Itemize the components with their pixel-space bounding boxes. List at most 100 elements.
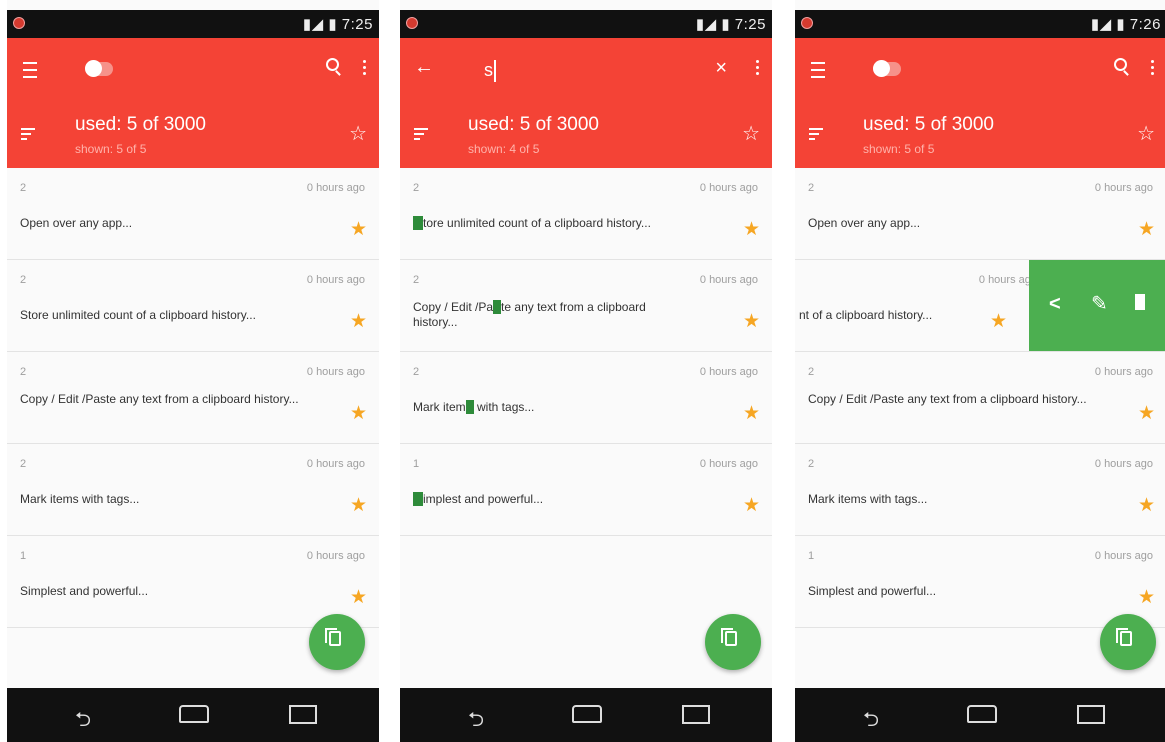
item-text: Simplest and powerful... xyxy=(20,584,149,598)
list-item[interactable]: 2 0 hours ago Store unlimited count of a… xyxy=(7,260,379,352)
more-options-icon[interactable] xyxy=(756,60,759,63)
list-item[interactable]: 2 0 hours ago Mark items with tags... ★ xyxy=(7,444,379,536)
recents-nav-icon[interactable] xyxy=(682,705,710,724)
list-item[interactable]: 1 0 hours ago Simplest and powerful... ★ xyxy=(795,536,1165,628)
screen-swipe-actions: ▮◢ ▮ 7:26 used: 5 of 3000 shown: 5 of 5 … xyxy=(795,0,1165,742)
list-item[interactable]: 2 0 hours ago Copy / Edit /Paste any tex… xyxy=(400,260,772,352)
item-time: 0 hours ago xyxy=(306,366,365,378)
toggle-switch[interactable] xyxy=(85,60,113,77)
edit-icon[interactable]: ✎ xyxy=(1091,294,1108,314)
item-time: 0 hours ago xyxy=(306,458,365,470)
menu-icon[interactable] xyxy=(23,62,37,78)
back-arrow-icon[interactable]: ← xyxy=(414,57,434,77)
search-match: s xyxy=(465,400,474,414)
star-icon[interactable]: ★ xyxy=(1138,494,1155,517)
paste-fab-button[interactable] xyxy=(1100,614,1156,670)
back-nav-icon[interactable]: ⮌ xyxy=(863,705,879,739)
more-options-icon[interactable] xyxy=(363,60,366,63)
status-time: ▮◢ ▮ 7:26 xyxy=(1090,16,1161,33)
star-icon[interactable]: ★ xyxy=(350,218,367,241)
item-text: Simplest and powerful... xyxy=(808,584,937,598)
share-icon[interactable]: < xyxy=(1049,294,1061,314)
star-icon[interactable]: ★ xyxy=(743,310,760,333)
list-item[interactable]: 2 0 hours ago Open over any app... ★ xyxy=(795,168,1165,260)
star-icon[interactable]: ★ xyxy=(350,494,367,517)
status-bar: ▮◢ ▮ 7:26 xyxy=(795,10,1165,38)
item-count: 2 xyxy=(20,274,27,286)
list-item[interactable]: 2 0 hours ago Store unlimited count of a… xyxy=(400,168,772,260)
app-bar: used: 5 of 3000 shown: 5 of 5 ☆ xyxy=(7,38,379,168)
item-count: 2 xyxy=(808,458,815,470)
item-count: 1 xyxy=(808,550,815,562)
item-text: Copy / Edit /Paste any text from a clipb… xyxy=(20,392,299,406)
used-count: used: 5 of 3000 xyxy=(863,114,994,135)
clear-search-icon[interactable]: × xyxy=(715,58,727,78)
sort-icon[interactable] xyxy=(414,128,428,140)
toggle-switch[interactable] xyxy=(873,60,901,77)
paste-fab-button[interactable] xyxy=(705,614,761,670)
list-item[interactable]: 2 0 hours ago Copy / Edit /Paste any tex… xyxy=(795,352,1165,444)
swiped-list-item[interactable]: 0 hours ago nt of a clipboard history...… xyxy=(795,260,1165,352)
item-count: 2 xyxy=(20,182,27,194)
item-count: 2 xyxy=(808,182,815,194)
sort-icon[interactable] xyxy=(21,128,35,140)
star-icon[interactable]: ★ xyxy=(1138,402,1155,425)
search-icon[interactable] xyxy=(1114,58,1127,71)
item-count: 2 xyxy=(413,366,420,378)
recents-nav-icon[interactable] xyxy=(1077,705,1105,724)
shown-count: shown: 5 of 5 xyxy=(75,142,147,156)
back-nav-icon[interactable]: ⮌ xyxy=(75,705,91,739)
item-time: 0 hours ago xyxy=(699,182,758,194)
item-count: 2 xyxy=(20,366,27,378)
back-nav-icon[interactable]: ⮌ xyxy=(468,705,484,739)
used-count: used: 5 of 3000 xyxy=(75,114,206,135)
paste-fab-button[interactable] xyxy=(309,614,365,670)
more-options-icon[interactable] xyxy=(1151,60,1154,63)
list-item[interactable]: 2 0 hours ago Mark items with tags... ★ xyxy=(795,444,1165,536)
item-text: Copy / Edit /Paste any text from a clipb… xyxy=(808,392,1087,406)
star-icon[interactable]: ★ xyxy=(1138,586,1155,609)
item-text: Mark items with tags... xyxy=(413,400,535,414)
recents-nav-icon[interactable] xyxy=(289,705,317,724)
home-nav-icon[interactable] xyxy=(967,705,997,723)
home-nav-icon[interactable] xyxy=(179,705,209,723)
shown-count: shown: 4 of 5 xyxy=(468,142,540,156)
star-icon[interactable]: ★ xyxy=(1138,218,1155,241)
status-bar: ▮◢ ▮ 7:25 xyxy=(400,10,772,38)
item-time: 0 hours ago xyxy=(1094,182,1153,194)
list-item[interactable]: 1 0 hours ago Simplest and powerful... ★ xyxy=(7,536,379,628)
star-icon[interactable]: ★ xyxy=(350,310,367,333)
list-item[interactable]: 2 0 hours ago Copy / Edit /Paste any tex… xyxy=(7,352,379,444)
search-input[interactable]: s xyxy=(484,52,684,88)
list-item[interactable]: 2 0 hours ago Mark items with tags... ★ xyxy=(400,352,772,444)
favorites-filter-icon[interactable]: ☆ xyxy=(742,124,760,144)
star-icon[interactable]: ★ xyxy=(743,218,760,241)
status-time: ▮◢ ▮ 7:25 xyxy=(695,16,766,33)
notification-icon xyxy=(13,17,25,29)
star-icon[interactable]: ★ xyxy=(350,402,367,425)
item-count: 2 xyxy=(413,182,420,194)
star-icon[interactable]: ★ xyxy=(990,310,1007,333)
sort-icon[interactable] xyxy=(809,128,823,140)
item-text: Store unlimited count of a clipboard his… xyxy=(413,216,651,230)
star-icon[interactable]: ★ xyxy=(743,402,760,425)
menu-icon[interactable] xyxy=(811,62,825,78)
home-nav-icon[interactable] xyxy=(572,705,602,723)
star-icon[interactable]: ★ xyxy=(743,494,760,517)
used-count: used: 5 of 3000 xyxy=(468,114,599,135)
list-item[interactable]: 1 0 hours ago Simplest and powerful... ★ xyxy=(400,444,772,536)
star-icon[interactable]: ★ xyxy=(350,586,367,609)
nav-bar: ⮌ xyxy=(400,688,772,742)
search-icon[interactable] xyxy=(326,58,339,71)
item-text: Store unlimited count of a clipboard his… xyxy=(20,308,256,322)
favorites-filter-icon[interactable]: ☆ xyxy=(1137,124,1155,144)
search-match: S xyxy=(413,216,424,230)
clip-list: 2 0 hours ago Open over any app... ★ 2 0… xyxy=(7,168,379,628)
delete-icon[interactable] xyxy=(1135,294,1145,310)
list-item[interactable]: 2 0 hours ago Open over any app... ★ xyxy=(7,168,379,260)
copy-icon xyxy=(721,628,737,646)
item-text: Open over any app... xyxy=(808,216,921,230)
item-time: 0 hours ago xyxy=(1094,458,1153,470)
copy-icon xyxy=(1116,628,1132,646)
favorites-filter-icon[interactable]: ☆ xyxy=(349,124,367,144)
